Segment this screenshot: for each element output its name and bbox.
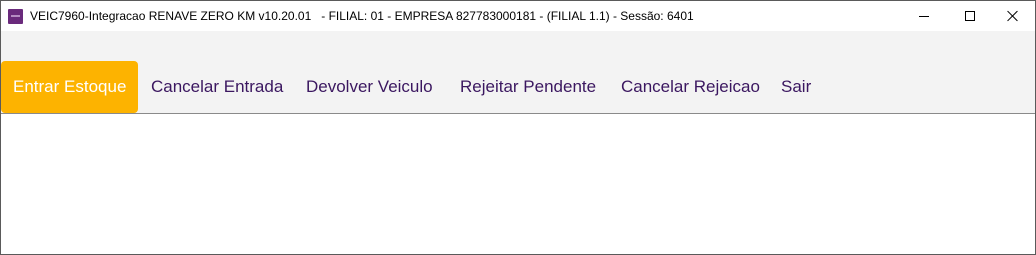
maximize-icon (965, 11, 975, 21)
menu-cancelar-rejeicao[interactable]: Cancelar Rejeicao (621, 61, 760, 113)
menu-rejeitar-pendente[interactable]: Rejeitar Pendente (460, 61, 596, 113)
window-title: VEIC7960-Integracao RENAVE ZERO KM v10.2… (30, 9, 694, 23)
menu-entrar-estoque[interactable]: Entrar Estoque (1, 61, 139, 113)
minimize-button[interactable] (901, 1, 947, 31)
close-button[interactable] (990, 1, 1036, 31)
content-area (1, 114, 1035, 254)
app-window: VEIC7960-Integracao RENAVE ZERO KM v10.2… (0, 0, 1036, 255)
maximize-button[interactable] (947, 1, 993, 31)
close-icon (1007, 10, 1019, 22)
menu-devolver-veiculo[interactable]: Devolver Veiculo (306, 61, 433, 113)
menu-bar: Entrar Estoque Cancelar Entrada Devolver… (1, 31, 1035, 114)
menu-cancelar-entrada[interactable]: Cancelar Entrada (151, 61, 283, 113)
menu-sair[interactable]: Sair (781, 61, 811, 113)
minimize-icon (919, 15, 929, 17)
app-logo-icon (8, 9, 23, 24)
title-bar[interactable]: VEIC7960-Integracao RENAVE ZERO KM v10.2… (1, 1, 1035, 31)
